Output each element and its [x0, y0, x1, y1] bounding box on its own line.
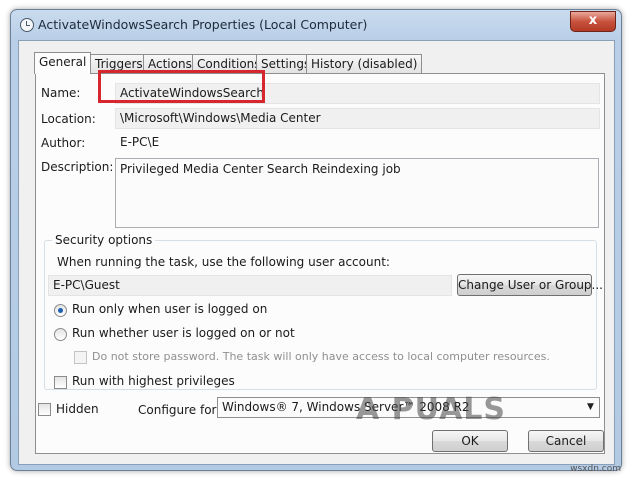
ok-button[interactable]: OK — [432, 430, 508, 452]
close-button[interactable]: x — [570, 11, 616, 32]
location-value: \Microsoft\Windows\Media Center — [115, 108, 600, 129]
radio-whether-logged-on[interactable] — [54, 328, 67, 341]
security-options-group: Security options When running the task, … — [44, 233, 603, 390]
highest-privileges-checkbox[interactable] — [54, 376, 67, 389]
tab-history[interactable]: History (disabled) — [306, 54, 423, 73]
radio-whether-label[interactable]: Run whether user is logged on or not — [72, 326, 295, 340]
cancel-button[interactable]: Cancel — [528, 430, 604, 452]
radio-logged-on-label[interactable]: Run only when user is logged on — [72, 302, 267, 316]
location-label: Location: — [41, 112, 96, 126]
security-options-title: Security options — [52, 233, 156, 247]
change-user-button[interactable]: Change User or Group... — [457, 274, 603, 296]
no-store-password-checkbox[interactable] — [74, 351, 87, 364]
account-prompt: When running the task, use the following… — [57, 255, 390, 269]
radio-logged-on[interactable] — [54, 304, 67, 317]
hidden-checkbox[interactable] — [38, 403, 51, 416]
user-account-field: E-PC\Guest — [48, 275, 452, 296]
author-value: E-PC\E — [120, 135, 160, 149]
configure-for-label: Configure for: — [138, 403, 221, 417]
window-title: ActivateWindowsSearch Properties (Local … — [38, 17, 368, 32]
hidden-label[interactable]: Hidden — [56, 402, 99, 416]
author-label: Author: — [41, 136, 86, 150]
description-label: Description: — [41, 160, 114, 174]
dialog-client-area: General Triggers Actions Conditions Sett… — [18, 40, 615, 465]
description-textarea[interactable]: Privileged Media Center Search Reindexin… — [115, 158, 599, 228]
highest-privileges-label[interactable]: Run with highest privileges — [72, 374, 235, 388]
site-watermark: wsxdn.com — [570, 464, 621, 474]
highlight-box — [98, 70, 265, 103]
chevron-down-icon: ▼ — [587, 402, 594, 412]
description-text: Privileged Media Center Search Reindexin… — [120, 162, 401, 176]
no-store-password-label: Do not store password. The task will onl… — [92, 350, 550, 363]
name-label: Name: — [41, 86, 81, 100]
tab-general[interactable]: General — [34, 52, 92, 74]
watermark-logo: A PUALS — [356, 392, 507, 427]
clock-icon — [20, 18, 34, 32]
